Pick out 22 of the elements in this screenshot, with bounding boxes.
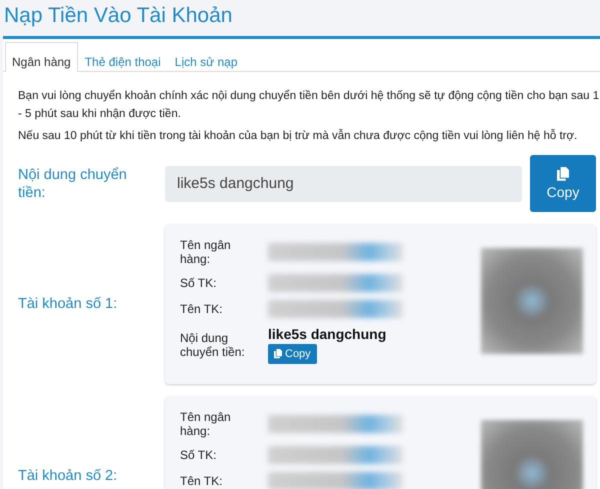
copy-button[interactable]: Copy [530,155,596,212]
tab[interactable]: Thẻ điện thoại [78,42,168,72]
field-label: Tên ngân hàng: [180,410,232,438]
copy-button[interactable]: Copy [268,344,317,364]
field-label: Nội dung chuyển tiền: [18,166,128,202]
tab[interactable]: Ngân hàng [5,42,78,72]
transfer-content-value: like5s dangchung [268,326,388,342]
copy-icon [274,349,282,359]
field-label: Nội dung chuyển tiền: [180,331,246,359]
account-label: Tài khoản số 1: [18,295,118,313]
page-title: Nạp Tiền Vào Tài Khoản [3,3,234,29]
field-label: Tên TK: [180,474,224,488]
content-field[interactable]: like5s dangchung [165,166,522,202]
copy-icon [557,167,569,181]
field-label: Tên TK: [180,302,224,316]
notice-text: Bạn vui lòng chuyển khoản chính xác nội dung chuyển tiền bên dưới hệ thống sẽ tự động cộng tiền cho bạn sau 1 - 5 phút sau khi nhận được tiền. [18,88,600,122]
field-label: Tên ngân hàng: [180,238,232,266]
tab[interactable]: Lịch sử nạp [168,42,245,72]
field-label: Số TK: [180,276,218,290]
field-label: Số TK: [180,448,218,462]
notice-text: Nếu sau 10 phút từ khi tiền trong tài khoản của bạn bị trừ mà vẫn chưa được cộng tiền vui lòng liên hệ hỗ trợ. [18,128,578,144]
account-label: Tài khoản số 2: [18,467,118,485]
